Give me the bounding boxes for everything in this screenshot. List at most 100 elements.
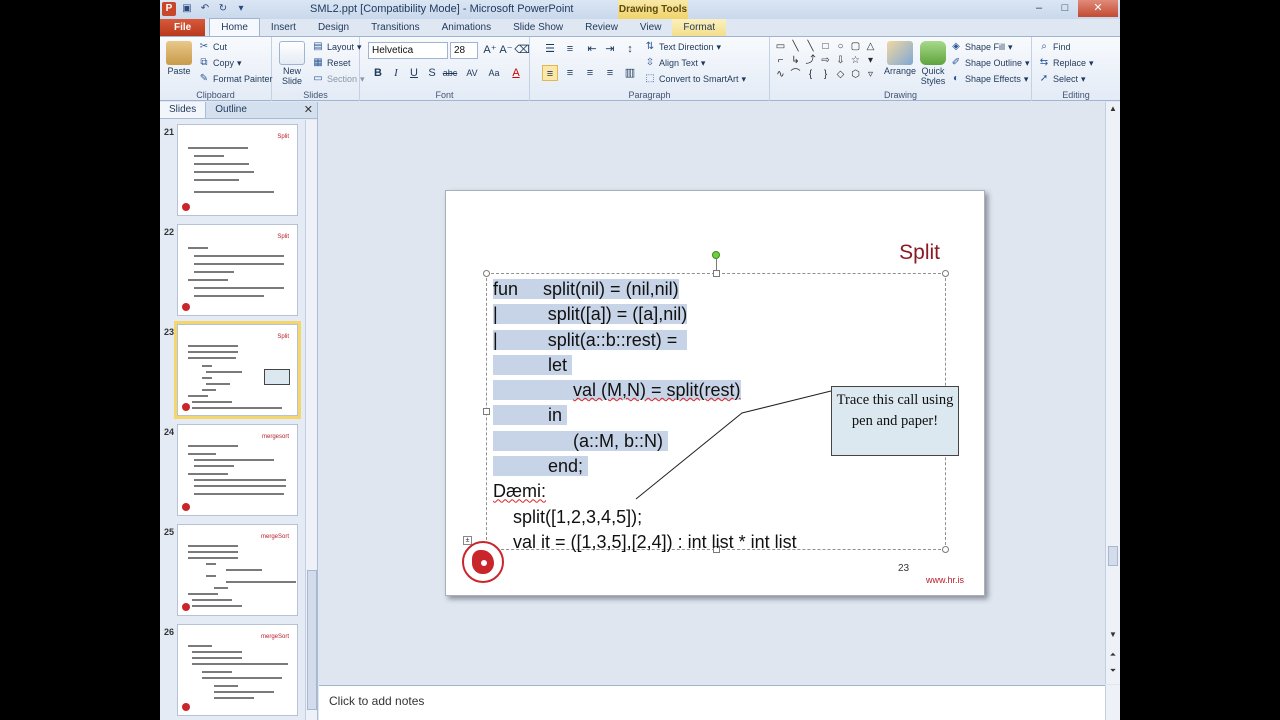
callout-box[interactable]: Trace this call using pen and paper! [831,386,959,456]
curve-shape-icon[interactable]: ⤴ [804,55,817,67]
elbow-shape-icon[interactable]: ⌐ [774,55,787,67]
section-button[interactable]: ▭ Section ▾ [312,73,364,85]
align-right-button[interactable]: ≡ [582,65,598,81]
resize-handle-top[interactable] [713,270,720,277]
resize-handle-br[interactable] [942,546,949,553]
slide-thumbnail-25[interactable]: 25 mergeSort [164,524,298,616]
hexagon-shape-icon[interactable]: ⬡ [849,69,862,81]
rotate-handle[interactable] [712,251,720,259]
previous-slide-icon[interactable]: ⏶ [1106,648,1120,662]
bullets-icon[interactable]: ☰ [542,41,558,57]
scroll-down-icon[interactable]: ▼ [1106,628,1120,642]
close-icon[interactable]: ✕ [1078,0,1118,17]
shape-effects-button[interactable]: ◐ Shape Effects ▾ [950,73,1028,85]
shape-fill-button[interactable]: ◈ Shape Fill ▾ [950,41,1012,53]
code-text[interactable]: fun split(nil) = (nil,nil) | split([a]) … [493,277,797,555]
rounded-rect-shape-icon[interactable]: ▢ [849,41,862,53]
notes-pane[interactable]: Click to add notes [319,685,1105,720]
save-icon[interactable]: ▣ [180,2,194,16]
shapes-expand-icon[interactable]: ▿ [864,69,877,81]
convert-smartart-button[interactable]: ⬚ Convert to SmartArt ▾ [644,73,746,85]
tab-slides[interactable]: Slides [160,102,207,118]
tab-design[interactable]: Design [307,19,360,36]
next-slide-icon[interactable]: ⏷ [1106,664,1120,678]
columns-button[interactable]: ▥ [622,65,638,81]
brace-right-shape-icon[interactable]: } [819,69,832,81]
line-shape-icon[interactable]: ╲ [789,41,802,53]
slide-thumbnail-23[interactable]: 23 Split [164,321,301,419]
text-direction-button[interactable]: ⇅ Text Direction ▾ [644,41,721,53]
notes-scrollbar[interactable] [1105,685,1120,720]
font-color-button[interactable]: A [508,65,524,81]
tab-file[interactable]: File [160,19,206,36]
resize-handle-tr[interactable] [942,270,949,277]
right-arrow-shape-icon[interactable]: ⇨ [819,55,832,67]
bent-arrow-shape-icon[interactable]: ↳ [789,55,802,67]
cut-button[interactable]: ✂ Cut [198,41,227,53]
clear-format-icon[interactable]: ⌫ [514,42,530,58]
select-button[interactable]: ➚ Select ▾ [1038,73,1086,85]
layout-button[interactable]: ▤ Layout ▾ [312,41,361,53]
star-shape-icon[interactable]: ☆ [849,55,862,67]
minimize-icon[interactable]: – [1026,0,1052,17]
underline-button[interactable]: U [406,65,422,81]
shrink-font-icon[interactable]: A⁻ [498,42,514,58]
reset-button[interactable]: ▦ Reset [312,57,350,69]
tab-slide-show[interactable]: Slide Show [502,19,574,36]
font-name-dropdown[interactable]: Helvetica [368,42,448,59]
tab-format[interactable]: Format [672,19,727,36]
undo-icon[interactable]: ↶ [198,2,212,16]
current-slide[interactable]: Split fun split(nil) = (nil,nil) | split… [445,190,985,596]
slide-thumbnail-26[interactable]: 26 mergeSort [164,624,298,716]
shapes-gallery[interactable]: ▭ ╲ ╲ □ ○ ▢ △ ⌐ ↳ ⤴ ⇨ ⇩ ☆ ▾ ∿ ⌒{} ◇ ⬡ ▿ [774,41,878,81]
slide-scroll-thumb[interactable] [1108,546,1118,566]
customize-qat-icon[interactable]: ▾ [234,2,248,16]
oval-shape-icon[interactable]: ○ [834,41,847,53]
align-left-button[interactable]: ≡ [542,65,558,81]
powerpoint-logo-icon[interactable]: P [162,2,176,16]
rectangle-shape-icon[interactable]: □ [819,41,832,53]
new-slide-button[interactable]: New Slide [278,41,306,86]
tab-view[interactable]: View [629,19,673,36]
slide-thumbnail-21[interactable]: 21 Split [164,124,298,216]
change-case-button[interactable]: Aa [486,65,502,81]
freeform-shape-icon[interactable]: ∿ [774,69,787,81]
shape-outline-button[interactable]: ✐ Shape Outline ▾ [950,57,1030,69]
tab-animations[interactable]: Animations [431,19,502,36]
grow-font-icon[interactable]: A⁺ [482,42,498,58]
maximize-icon[interactable]: □ [1052,0,1078,17]
align-center-button[interactable]: ≡ [562,65,578,81]
tab-home[interactable]: Home [209,18,260,36]
italic-button[interactable]: I [388,65,404,81]
thumbnails-scroll-thumb[interactable] [307,570,317,710]
shadow-button[interactable]: S [424,65,440,81]
close-panel-icon[interactable]: ✕ [304,103,313,116]
tab-transitions[interactable]: Transitions [360,19,431,36]
line-spacing-icon[interactable]: ↕ [622,41,638,57]
more-shapes-icon[interactable]: ▾ [864,55,877,67]
resize-handle-left[interactable] [483,408,490,415]
thumbnails-scrollbar[interactable] [305,120,317,720]
char-spacing-button[interactable]: AV [464,65,480,81]
down-arrow-shape-icon[interactable]: ⇩ [834,55,847,67]
format-painter-button[interactable]: ✎ Format Painter [198,73,273,85]
slide-scrollbar[interactable]: ▲ ▼ ⏶ ⏷ [1105,102,1120,684]
slide-thumbnail-24[interactable]: 24 mergesort [164,424,298,516]
paste-button[interactable]: Paste [166,41,192,76]
resize-handle-tl[interactable] [483,270,490,277]
tab-review[interactable]: Review [574,19,629,36]
redo-icon[interactable]: ↻ [216,2,230,16]
arrange-button[interactable]: Arrange [884,41,916,76]
align-text-button[interactable]: ⇳ Align Text ▾ [644,57,706,69]
font-size-dropdown[interactable]: 28 [450,42,478,59]
increase-indent-icon[interactable]: ⇥ [602,41,618,57]
justify-button[interactable]: ≡ [602,65,618,81]
brace-shape-icon[interactable]: { [804,69,817,81]
arrow-shape-icon[interactable]: ╲ [804,41,817,53]
find-button[interactable]: ⌕ Find [1038,41,1070,53]
numbering-icon[interactable]: ≡ [562,41,578,57]
strikethrough-button[interactable]: abc [442,65,458,81]
scroll-up-icon[interactable]: ▲ [1106,102,1120,116]
bold-button[interactable]: B [370,65,386,81]
tab-outline[interactable]: Outline [206,102,256,118]
